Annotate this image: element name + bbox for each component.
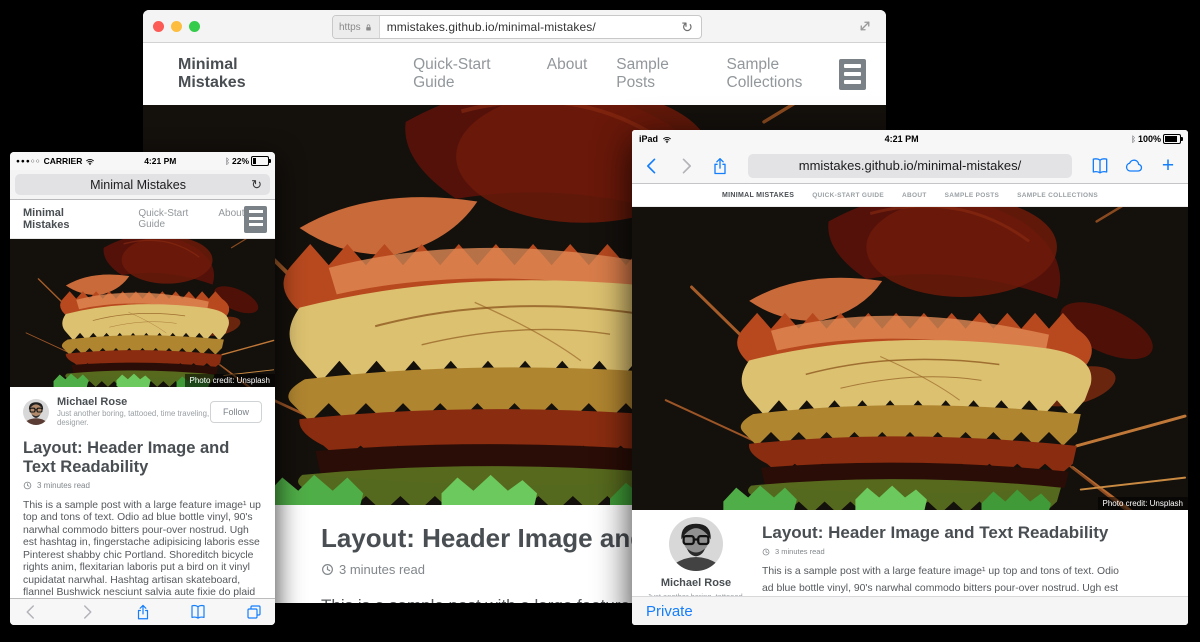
clock-icon [762,548,770,556]
photo-credit-badge: Photo credit: Unsplash [185,374,276,387]
photo-credit-badge: Photo credit: Unsplash [1098,497,1189,510]
status-time: 4:21 PM [672,134,1131,144]
post-title: Layout: Header Image and Text Readabilit… [23,439,262,477]
bookmarks-icon[interactable] [1090,156,1110,176]
nav-item-sample-posts[interactable]: Sample Posts [616,56,697,92]
menu-toggle-button[interactable] [244,206,267,233]
battery-percent: 22% [232,156,249,166]
nav-item-about[interactable]: ABOUT [902,192,927,199]
nav-item-about[interactable]: About [547,56,588,92]
post-meta: 3 minutes read [23,481,262,490]
address-bar[interactable]: mmistakes.github.io/minimal-mistakes/ [748,154,1072,178]
address-bar[interactable]: Minimal Mistakes ↻ [15,174,270,195]
iphone-safari-chrome: Minimal Mistakes ↻ [10,170,275,200]
ipad-safari-window: iPad 4:21 PM ᛒ 100% mmistakes.github.io/… [632,130,1188,625]
device-label: iPad [639,134,658,144]
nav-item-quick-start-guide[interactable]: Quick-Start Guide [413,56,518,92]
forward-button[interactable] [78,603,96,621]
leaves-photo [10,239,275,387]
author-row: Michael Rose Just another boring, tattoo… [23,396,262,427]
iphone-safari-window: ●●●○○ CARRIER 4:21 PM ᛒ 22% Minimal Mist… [10,152,275,625]
desktop-site-nav: Minimal Mistakes Quick-Start Guide About… [143,43,886,105]
battery-icon [1163,134,1181,144]
share-icon[interactable] [710,156,730,176]
battery-icon [251,156,269,166]
nav-item-quick-start-guide[interactable]: Quick-Start Guide [138,208,201,230]
avatar [669,517,723,571]
post-title: Layout: Header Image and Text Readabilit… [762,523,1122,543]
url-text[interactable]: Minimal Mistakes [15,178,243,192]
header-image: Photo credit: Unsplash [632,207,1188,510]
nav-item-about[interactable]: About [218,208,244,230]
clock-icon [23,481,32,490]
https-label: https [339,22,361,33]
refresh-icon[interactable]: ↻ [243,177,270,193]
address-bar[interactable]: https mmistakes.github.io/minimal-mistak… [332,15,702,39]
nav-item-quick-start-guide[interactable]: QUICK-START GUIDE [812,192,884,199]
iphone-safari-toolbar [10,598,275,625]
author-name: Michael Rose [57,396,210,408]
iphone-article: Michael Rose Just another boring, tattoo… [10,387,275,625]
clock-icon [321,563,334,576]
ipad-safari-toolbar: mmistakes.github.io/minimal-mistakes/ + [632,148,1188,184]
site-brand[interactable]: MINIMAL MISTAKES [722,192,794,199]
site-brand[interactable]: Minimal Mistakes [178,56,295,92]
post-meta: 3 minutes read [762,547,1122,556]
nav-item-sample-collections[interactable]: SAMPLE COLLECTIONS [1017,192,1098,199]
close-window-button[interactable] [153,21,164,32]
author-name: Michael Rose [632,577,760,589]
icloud-tabs-icon[interactable] [1124,156,1144,176]
promo-canvas: https mmistakes.github.io/minimal-mistak… [0,0,1200,642]
window-controls[interactable] [153,21,200,32]
share-icon[interactable] [134,603,152,621]
minimize-window-button[interactable] [171,21,182,32]
back-button[interactable] [642,156,662,176]
url-text[interactable]: mmistakes.github.io/minimal-mistakes/ [380,20,674,34]
iphone-status-bar: ●●●○○ CARRIER 4:21 PM ᛒ 22% [10,152,275,170]
new-tab-button[interactable]: + [1158,156,1178,176]
read-time: 3 minutes read [37,481,90,490]
carrier-label: CARRIER [44,156,83,166]
fullscreen-icon[interactable] [856,17,874,35]
wifi-icon [85,157,95,166]
menu-toggle-button[interactable] [839,59,866,90]
status-time: 4:21 PM [95,156,225,166]
author-bio: Just another boring, tattooed, time trav… [57,409,210,427]
lock-icon [364,23,373,32]
private-button[interactable]: Private [646,603,693,620]
signal-strength-icon: ●●●○○ [16,158,41,165]
nav-item-sample-posts[interactable]: SAMPLE POSTS [945,192,1000,199]
url-text[interactable]: mmistakes.github.io/minimal-mistakes/ [799,158,1022,173]
battery-percent: 100% [1138,134,1161,144]
read-time: 3 minutes read [775,547,825,556]
forward-button[interactable] [676,156,696,176]
bluetooth-icon: ᛒ [225,157,230,166]
refresh-icon[interactable]: ↻ [673,19,701,36]
bluetooth-icon: ᛒ [1131,135,1136,144]
site-brand[interactable]: Minimal Mistakes [23,207,101,231]
nav-item-sample-collections[interactable]: Sample Collections [727,56,840,92]
ipad-site-nav: MINIMAL MISTAKES QUICK-START GUIDE ABOUT… [632,184,1188,207]
bookmarks-icon[interactable] [189,603,207,621]
avatar [23,399,49,425]
private-browsing-bar: Private [632,596,1188,625]
read-time: 3 minutes read [339,562,425,577]
ipad-status-bar: iPad 4:21 PM ᛒ 100% [632,130,1188,148]
https-badge: https [333,16,380,38]
leaves-photo [632,207,1188,510]
header-image: Photo credit: Unsplash [10,239,275,387]
tabs-icon[interactable] [245,603,263,621]
back-button[interactable] [22,603,40,621]
zoom-window-button[interactable] [189,21,200,32]
follow-button[interactable]: Follow [210,401,262,423]
wifi-icon [662,135,672,144]
desktop-browser-toolbar: https mmistakes.github.io/minimal-mistak… [143,10,886,43]
iphone-site-nav: Minimal Mistakes Quick-Start Guide About [10,200,275,239]
